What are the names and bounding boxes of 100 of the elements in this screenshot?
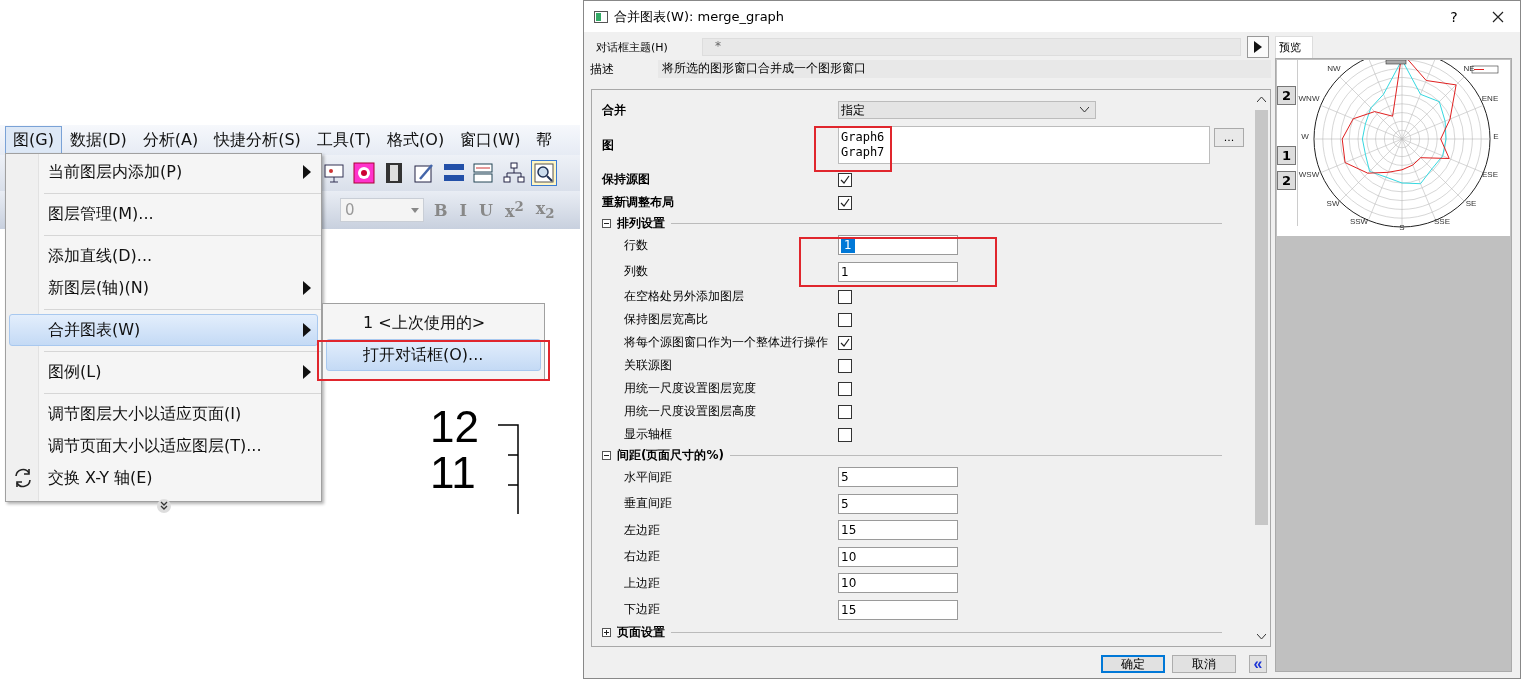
- menu-item[interactable]: 1 <上次使用的>: [326, 307, 541, 339]
- checkbox[interactable]: [838, 358, 852, 373]
- checkbox[interactable]: [838, 312, 852, 327]
- checkbox[interactable]: [838, 381, 852, 396]
- layers-icon[interactable]: [472, 161, 496, 185]
- description-text: 将所选的图形窗口合并成一个图形窗口: [658, 60, 1271, 78]
- pie-chart-icon[interactable]: [352, 161, 376, 185]
- direction-label: W: [1301, 132, 1309, 141]
- number-field[interactable]: 5: [838, 467, 958, 488]
- direction-label: E: [1493, 132, 1499, 141]
- number-field[interactable]: 15: [838, 520, 958, 541]
- menu-item[interactable]: 添加直线(D)...: [9, 240, 318, 272]
- option-label: 用统一尺度设置图层高度: [623, 403, 757, 420]
- merge-dropdown[interactable]: 指定: [838, 101, 1096, 119]
- option-label: 保持源图: [601, 171, 651, 188]
- axis-tick-label: 11: [430, 451, 476, 495]
- collapse-button[interactable]: «: [1249, 655, 1267, 673]
- checkbox[interactable]: [838, 427, 852, 442]
- number-field[interactable]: 10: [838, 546, 958, 567]
- layer-button[interactable]: 2: [1277, 86, 1296, 105]
- field-label: 水平间距: [623, 468, 673, 486]
- section-title: 排列设置: [617, 214, 665, 232]
- graph-list-field[interactable]: Graph6 Graph7: [838, 126, 1210, 164]
- direction-label: SE: [1465, 199, 1477, 208]
- menu-item[interactable]: 交换 X-Y 轴(E): [9, 462, 318, 494]
- direction-label: WNW: [1298, 94, 1320, 103]
- menu-item[interactable]: 调节图层大小以适应页面(I): [9, 398, 318, 430]
- scroll-up-icon[interactable]: [1257, 96, 1266, 102]
- direction-label: SSE: [1434, 217, 1450, 226]
- window-icon: [594, 10, 608, 23]
- menu-item[interactable]: 图例(L): [9, 356, 318, 388]
- menu-bar-item[interactable]: 数据(D): [61, 125, 135, 155]
- menu-bar-item[interactable]: 格式(O): [379, 125, 453, 155]
- number-field[interactable]: 1: [838, 235, 958, 256]
- direction-label: S: [1399, 223, 1405, 232]
- field-label: 合并: [601, 101, 627, 119]
- section-title: 页面设置: [617, 623, 665, 641]
- field-label: 行数: [623, 236, 649, 254]
- checkbox[interactable]: [838, 404, 852, 419]
- menu-bar-item[interactable]: 工具(T): [308, 125, 380, 155]
- checkbox[interactable]: [838, 289, 852, 304]
- tree-icon[interactable]: [502, 161, 526, 185]
- dropdown-caret-icon[interactable]: [1080, 107, 1089, 113]
- scroll-down-icon[interactable]: [1257, 634, 1266, 640]
- menu-bar-item[interactable]: 分析(A): [134, 125, 207, 155]
- swap-arrows-icon: [12, 467, 34, 489]
- description-label: 描述: [590, 60, 615, 78]
- help-button[interactable]: ?: [1432, 8, 1476, 25]
- menu-bar-item[interactable]: 帮: [528, 125, 561, 155]
- checkbox[interactable]: [838, 172, 852, 187]
- presentation-icon[interactable]: [322, 161, 346, 185]
- option-label: 在空格处另外添加图层: [623, 288, 745, 305]
- checkbox[interactable]: [838, 335, 852, 350]
- menu-item[interactable]: 调节页面大小以适应图层(T)...: [9, 430, 318, 462]
- menu-item[interactable]: 图层管理(M)...: [9, 198, 318, 230]
- cancel-button[interactable]: 取消: [1172, 655, 1236, 673]
- menu-bar-item[interactable]: 图(G): [5, 125, 62, 155]
- ok-button[interactable]: 确定: [1101, 655, 1165, 673]
- option-label: 重新调整布局: [601, 194, 675, 211]
- menu-item[interactable]: 打开对话框(O)...: [326, 339, 541, 371]
- number-field[interactable]: 5: [838, 493, 958, 514]
- collapse-icon[interactable]: [602, 218, 611, 228]
- direction-label: ENE: [1481, 94, 1499, 103]
- theme-field[interactable]: *: [702, 38, 1241, 56]
- window-title: 合并图表(W): merge_graph: [614, 7, 786, 26]
- theme-label: 对话框主题(H): [596, 39, 669, 55]
- axis-tick-label: 12: [430, 405, 479, 449]
- number-field[interactable]: 1: [838, 261, 958, 282]
- option-label: 关联源图: [623, 357, 673, 374]
- direction-label: SSW: [1349, 217, 1369, 226]
- direction-label: NE: [1463, 64, 1475, 73]
- field-label: 垂直间距: [623, 495, 673, 513]
- field-label: 右边距: [623, 548, 661, 566]
- collapse-icon[interactable]: [602, 450, 611, 460]
- expand-chevron-icon[interactable]: [156, 499, 171, 513]
- field-label: 下边距: [623, 601, 661, 619]
- number-field[interactable]: 10: [838, 573, 958, 594]
- menu-bar-item[interactable]: 窗口(W): [452, 125, 529, 155]
- layer-button[interactable]: 2: [1277, 171, 1296, 190]
- menu-item[interactable]: 合并图表(W): [9, 314, 318, 346]
- close-icon[interactable]: [1492, 10, 1504, 23]
- play-icon[interactable]: [1247, 36, 1269, 58]
- option-label: 显示轴框: [623, 426, 673, 443]
- direction-label: NW: [1327, 64, 1341, 73]
- layer-button[interactable]: 1: [1277, 146, 1296, 165]
- option-label: 将每个源图窗口作为一个整体进行操作: [623, 334, 829, 351]
- checkbox[interactable]: [838, 195, 852, 210]
- direction-label: SW: [1326, 199, 1340, 208]
- preview-tab[interactable]: 预览: [1275, 36, 1313, 58]
- field-label: 左边距: [623, 521, 661, 539]
- field-label: 列数: [623, 263, 649, 281]
- direction-label: ESE: [1482, 170, 1498, 179]
- menu-bar-item[interactable]: 快捷分析(S): [206, 125, 309, 155]
- browse-button[interactable]: ...: [1214, 128, 1244, 147]
- option-label: 用统一尺度设置图层宽度: [623, 380, 757, 397]
- number-field[interactable]: 15: [838, 599, 958, 620]
- direction-label: WSW: [1298, 170, 1320, 179]
- zoom-icon[interactable]: [532, 161, 556, 185]
- expand-icon[interactable]: [602, 627, 611, 637]
- menu-item[interactable]: 新图层(轴)(N): [9, 272, 318, 304]
